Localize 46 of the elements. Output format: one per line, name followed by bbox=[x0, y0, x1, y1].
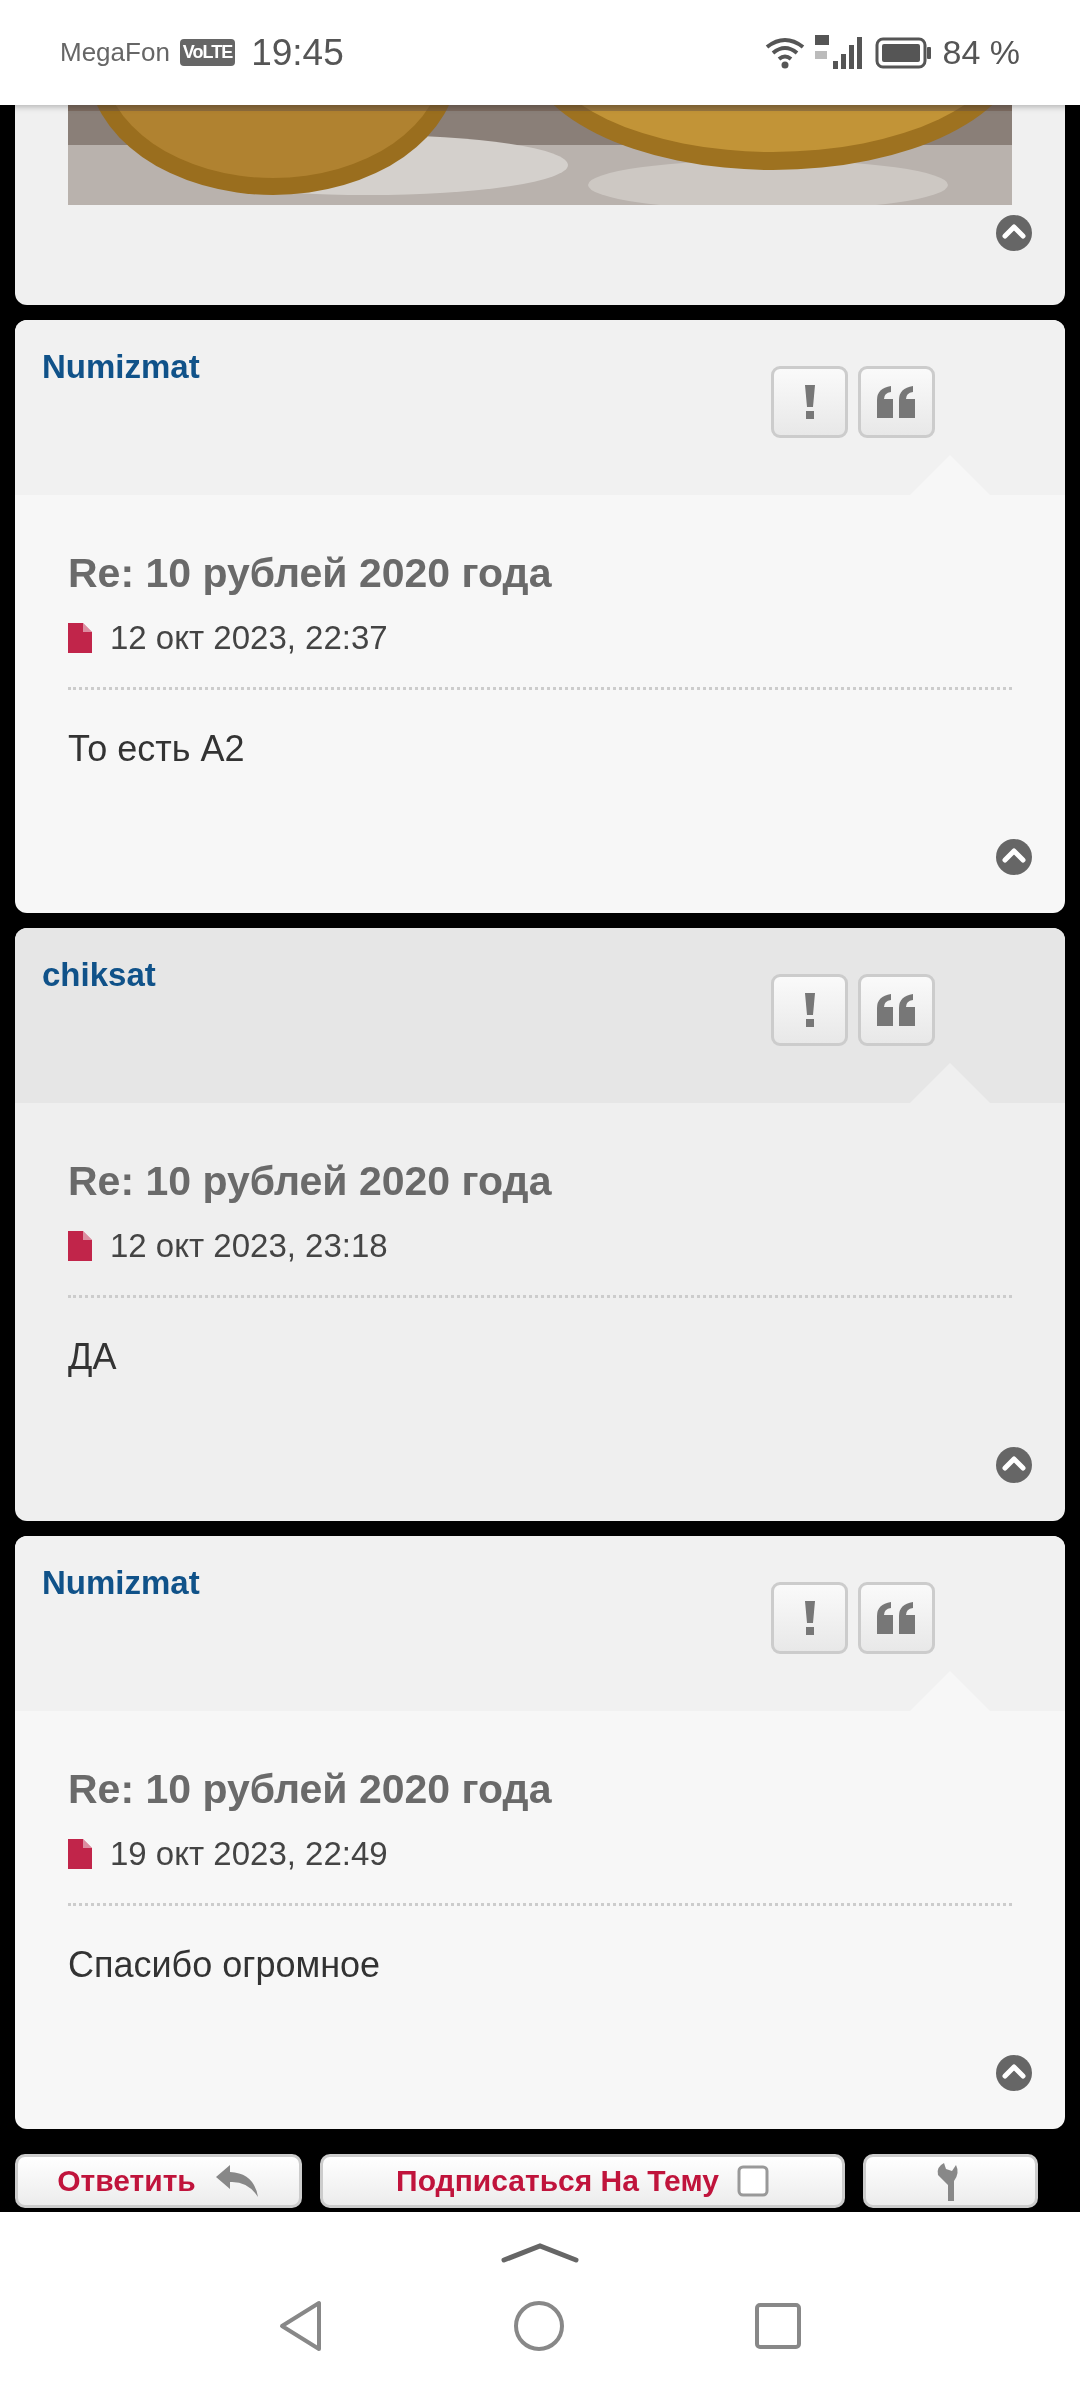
document-icon bbox=[68, 623, 92, 653]
swipe-up-icon bbox=[500, 2242, 580, 2264]
quote-icon bbox=[876, 1602, 917, 1634]
scroll-up-icon[interactable] bbox=[996, 215, 1032, 251]
report-button[interactable] bbox=[771, 974, 848, 1046]
post-date: 12 окт 2023, 22:37 bbox=[110, 619, 388, 657]
post-text: То есть А2 bbox=[68, 728, 246, 770]
report-button[interactable] bbox=[771, 366, 848, 438]
post-text: Спасибо огромное bbox=[68, 1944, 382, 1986]
post-title: Re: 10 рублей 2020 года bbox=[68, 1158, 553, 1205]
post-date: 12 окт 2023, 23:18 bbox=[110, 1227, 388, 1265]
exclamation-icon bbox=[803, 993, 816, 1027]
quote-icon bbox=[876, 386, 917, 418]
quote-button[interactable] bbox=[858, 1582, 935, 1654]
author-link[interactable]: Numizmat bbox=[42, 348, 200, 386]
home-icon[interactable] bbox=[513, 2300, 565, 2352]
quote-button[interactable] bbox=[858, 366, 935, 438]
document-icon bbox=[68, 1231, 92, 1261]
report-button[interactable] bbox=[771, 1582, 848, 1654]
tools-button[interactable] bbox=[863, 2154, 1038, 2208]
scroll-up-icon[interactable] bbox=[996, 1447, 1032, 1483]
wifi-icon bbox=[764, 36, 805, 69]
clock: 19:45 bbox=[251, 31, 344, 74]
scroll-up-icon[interactable] bbox=[996, 839, 1032, 875]
document-icon bbox=[68, 1839, 92, 1869]
network-badge: VoLTE bbox=[179, 39, 236, 66]
battery-icon bbox=[874, 36, 933, 69]
quote-icon bbox=[876, 994, 917, 1026]
back-icon[interactable] bbox=[279, 2300, 323, 2352]
recents-icon[interactable] bbox=[755, 2303, 801, 2349]
battery-percent: 84 % bbox=[942, 33, 1020, 72]
checkbox-icon bbox=[736, 2165, 769, 2197]
post-text: ДА bbox=[68, 1336, 118, 1378]
post-title: Re: 10 рублей 2020 года bbox=[68, 550, 553, 597]
post-date: 19 окт 2023, 22:49 bbox=[110, 1835, 388, 1873]
author-link[interactable]: Numizmat bbox=[42, 1564, 200, 1602]
carrier-name: MegaFon bbox=[60, 37, 170, 68]
scroll-up-icon[interactable] bbox=[996, 2055, 1032, 2091]
quote-button[interactable] bbox=[858, 974, 935, 1046]
subscribe-button[interactable]: Подписаться На Тему bbox=[320, 2154, 845, 2208]
exclamation-icon bbox=[803, 385, 816, 419]
post-title: Re: 10 рублей 2020 года bbox=[68, 1766, 553, 1813]
signal-icon bbox=[814, 34, 865, 71]
author-link[interactable]: chiksat bbox=[42, 956, 156, 994]
exclamation-icon bbox=[803, 1601, 816, 1635]
reply-button[interactable]: Ответить bbox=[15, 2154, 302, 2208]
